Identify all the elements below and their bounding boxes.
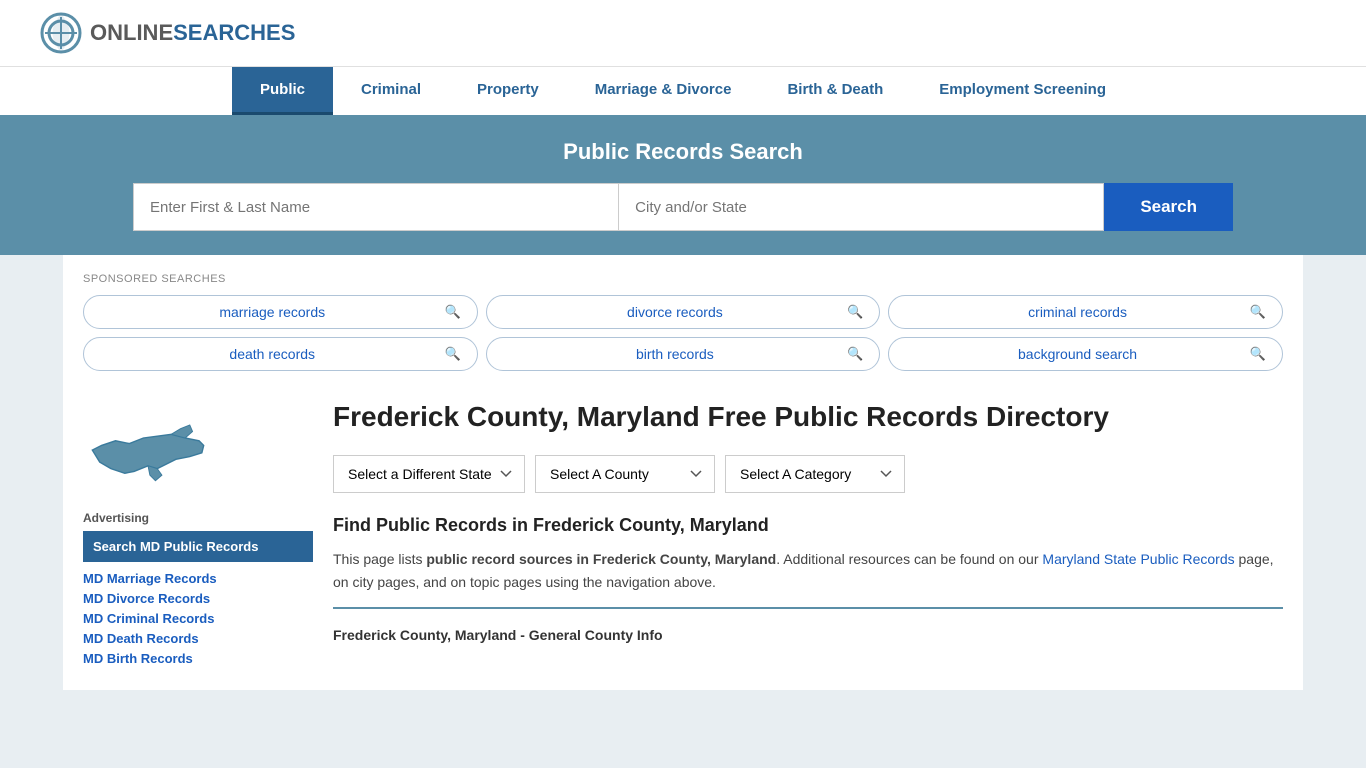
search-icon: 🔍 [1250, 346, 1266, 362]
location-input[interactable] [618, 183, 1104, 231]
sponsored-label: SPONSORED SEARCHES [83, 273, 1283, 285]
list-item: MD Marriage Records [83, 570, 313, 586]
sidebar-ad-highlight[interactable]: Search MD Public Records [83, 531, 313, 562]
nav-item-marriage-divorce[interactable]: Marriage & Divorce [567, 67, 760, 115]
list-item: MD Birth Records [83, 650, 313, 666]
main-wrapper: SPONSORED SEARCHES marriage records 🔍 di… [63, 255, 1303, 690]
sidebar-link-divorce[interactable]: MD Divorce Records [83, 591, 210, 606]
search-banner: Public Records Search Search [0, 115, 1366, 255]
sidebar: Advertising Search MD Public Records MD … [83, 399, 313, 670]
sidebar-link-marriage[interactable]: MD Marriage Records [83, 571, 217, 586]
nav-item-birth-death[interactable]: Birth & Death [759, 67, 911, 115]
sponsored-links: marriage records 🔍 divorce records 🔍 cri… [83, 295, 1283, 371]
sponsored-link-background[interactable]: background search 🔍 [888, 337, 1283, 371]
search-icon: 🔍 [847, 304, 863, 320]
sponsored-link-birth[interactable]: birth records 🔍 [486, 337, 881, 371]
sidebar-links: MD Marriage Records MD Divorce Records M… [83, 570, 313, 666]
logo-text: ONLINESEARCHES [90, 20, 295, 46]
county-info-label: Frederick County, Maryland - General Cou… [333, 619, 1283, 647]
search-icon: 🔍 [444, 304, 460, 320]
sidebar-link-birth[interactable]: MD Birth Records [83, 651, 193, 666]
sponsored-link-divorce[interactable]: divorce records 🔍 [486, 295, 881, 329]
list-item: MD Divorce Records [83, 590, 313, 606]
state-map-image [83, 399, 213, 492]
search-icon: 🔍 [1250, 304, 1266, 320]
sponsored-link-criminal[interactable]: criminal records 🔍 [888, 295, 1283, 329]
search-banner-title: Public Records Search [40, 139, 1326, 165]
nav-item-public[interactable]: Public [232, 67, 333, 115]
dropdowns-row: Select a Different State Select A County… [333, 455, 1283, 493]
search-icon: 🔍 [444, 346, 460, 362]
find-records-title: Find Public Records in Frederick County,… [333, 515, 1283, 536]
search-icon: 🔍 [847, 346, 863, 362]
nav-item-employment[interactable]: Employment Screening [911, 67, 1134, 115]
main-content: Frederick County, Maryland Free Public R… [333, 399, 1283, 670]
maryland-state-link[interactable]: Maryland State Public Records [1042, 551, 1234, 567]
content-body: Advertising Search MD Public Records MD … [83, 379, 1283, 690]
nav-item-criminal[interactable]: Criminal [333, 67, 449, 115]
logo-icon [40, 12, 82, 54]
search-button[interactable]: Search [1104, 183, 1233, 231]
sponsored-section: SPONSORED SEARCHES marriage records 🔍 di… [83, 255, 1283, 379]
sidebar-link-death[interactable]: MD Death Records [83, 631, 199, 646]
advertising-label: Advertising [83, 511, 313, 525]
nav-item-property[interactable]: Property [449, 67, 567, 115]
section-divider [333, 607, 1283, 609]
find-records-description: This page lists public record sources in… [333, 548, 1283, 593]
sponsored-link-death[interactable]: death records 🔍 [83, 337, 478, 371]
sponsored-link-marriage[interactable]: marriage records 🔍 [83, 295, 478, 329]
county-dropdown[interactable]: Select A County [535, 455, 715, 493]
header: ONLINESEARCHES [0, 0, 1366, 66]
search-form: Search [133, 183, 1233, 231]
name-input[interactable] [133, 183, 618, 231]
list-item: MD Criminal Records [83, 610, 313, 626]
main-nav: Public Criminal Property Marriage & Divo… [0, 66, 1366, 115]
sidebar-link-criminal[interactable]: MD Criminal Records [83, 611, 214, 626]
category-dropdown[interactable]: Select A Category [725, 455, 905, 493]
page-title: Frederick County, Maryland Free Public R… [333, 399, 1283, 435]
list-item: MD Death Records [83, 630, 313, 646]
logo[interactable]: ONLINESEARCHES [40, 12, 295, 54]
state-dropdown[interactable]: Select a Different State [333, 455, 525, 493]
